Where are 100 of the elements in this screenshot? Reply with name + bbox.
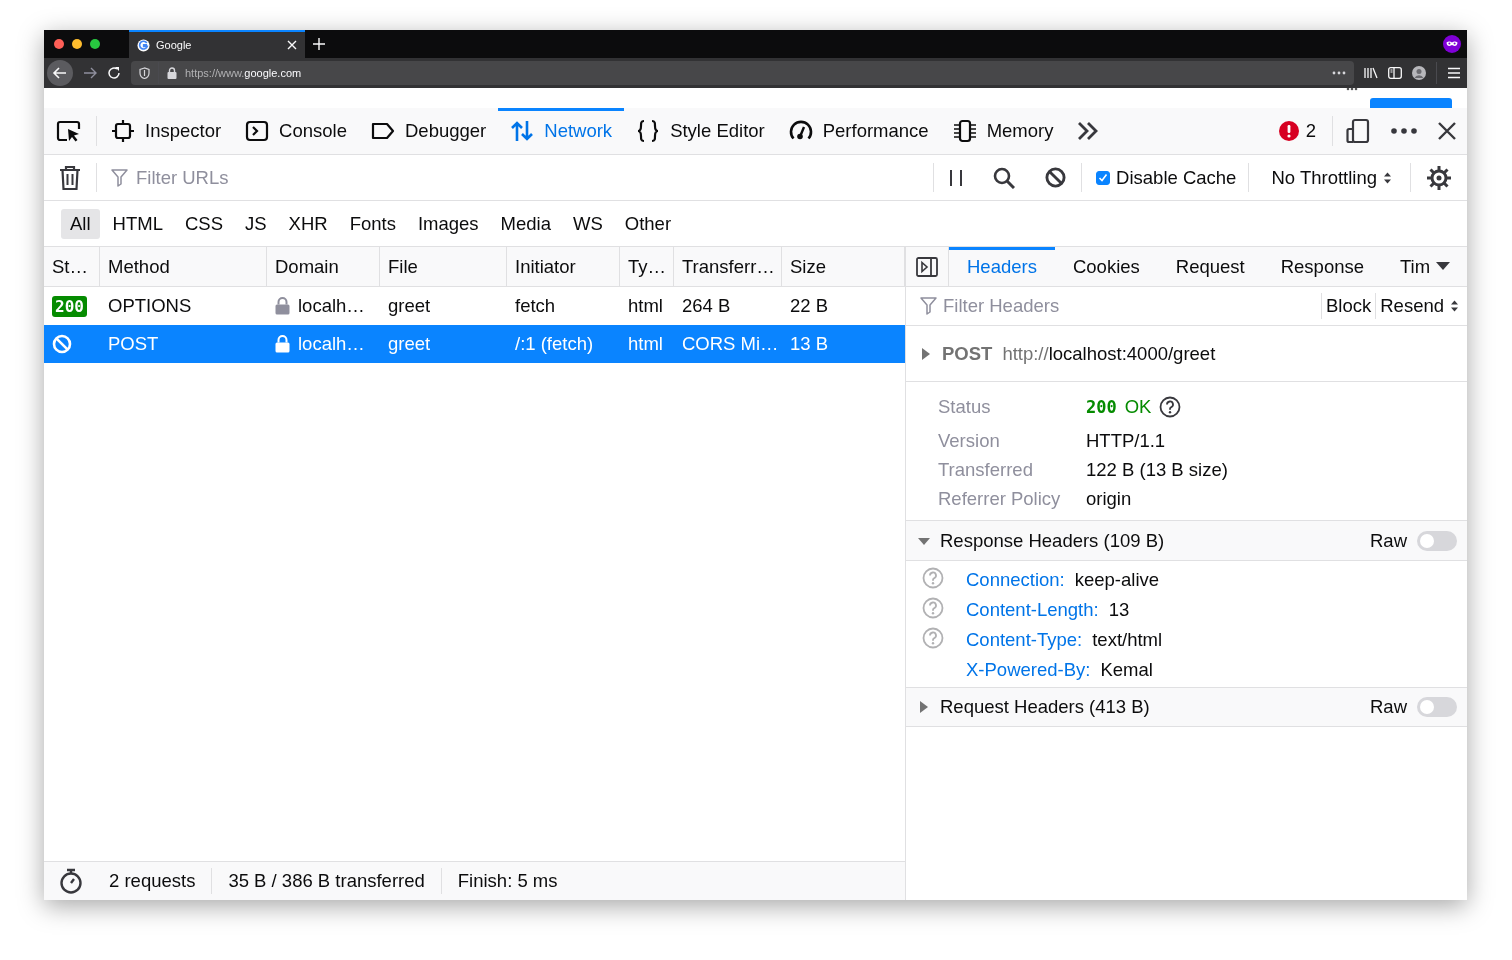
filter-field[interactable]: Filter URLs <box>136 166 934 189</box>
throttling-select[interactable]: No Throttling <box>1249 155 1410 200</box>
toolbar-button[interactable]: Resend <box>1376 287 1467 325</box>
filter-button[interactable]: CSS <box>175 208 232 239</box>
request-url: http://localhost:4000/greet <box>1002 342 1216 365</box>
lock-icon <box>275 297 290 315</box>
disclosure-icon[interactable] <box>920 347 932 360</box>
column-header[interactable]: Size <box>790 255 826 278</box>
details-tab[interactable]: Request <box>1157 247 1263 286</box>
more-icon[interactable] <box>1391 128 1417 134</box>
filter-button[interactable]: XHR <box>279 208 337 239</box>
table-cell: greet <box>388 333 431 355</box>
finish-time: Finish: 5 ms <box>456 869 559 893</box>
toggle-switch[interactable] <box>1417 697 1457 717</box>
block-icon[interactable] <box>1045 167 1067 188</box>
filter-button[interactable]: All <box>61 208 100 239</box>
trash-icon[interactable] <box>59 164 81 191</box>
address-field[interactable]: https://www.google.com <box>131 61 1354 85</box>
table-cell: POST <box>108 333 159 355</box>
request-row[interactable]: POST localh… greet /:1 (fetch) html CORS Mi… 13 B <box>44 325 905 363</box>
filter-button[interactable]: Images <box>408 208 488 239</box>
double-chevron-icon[interactable] <box>1077 121 1100 141</box>
details-tab[interactable]: Tim <box>1382 247 1437 286</box>
pause-icon[interactable] <box>949 168 964 187</box>
table-cell: html <box>628 295 663 317</box>
header-value: 13 <box>1108 599 1130 621</box>
tool-tab[interactable]: Inspector <box>99 108 234 154</box>
field-label: Version <box>938 430 1001 452</box>
column-header[interactable]: Domain <box>275 255 339 278</box>
column-header[interactable]: Ty… <box>628 255 667 278</box>
avatar-icon[interactable] <box>1412 66 1426 80</box>
field-value: origin <box>1086 488 1133 510</box>
table-cell: greet <box>388 295 431 317</box>
table-cell: html <box>628 333 663 355</box>
header-name: Connection: <box>966 569 1065 591</box>
request-row[interactable]: 200 OPTIONS localh… greet fetch html 264 B 22 B <box>44 287 905 325</box>
more-icon[interactable] <box>1332 71 1346 75</box>
window-controls-icon[interactable] <box>53 38 103 50</box>
terminal-icon <box>245 119 270 143</box>
dropdown-icon[interactable] <box>1436 262 1451 271</box>
more-icon[interactable] <box>1346 87 1358 91</box>
table-cell: fetch <box>515 295 556 317</box>
plus-icon[interactable] <box>313 38 325 50</box>
toggle-label: Raw <box>1370 529 1407 552</box>
field-value: HTTP/1.1 <box>1086 430 1167 452</box>
forward-icon[interactable] <box>83 66 97 80</box>
tool-tab[interactable]: Performance <box>776 108 941 154</box>
close-icon[interactable] <box>1437 121 1457 141</box>
mask-icon <box>1443 35 1461 53</box>
column-header[interactable]: Method <box>108 255 170 278</box>
funnel-icon <box>111 168 128 187</box>
toggle-label: Raw <box>1370 696 1407 718</box>
tool-tab[interactable]: Style Editor <box>624 108 777 154</box>
search-icon[interactable] <box>993 166 1016 189</box>
field-value: 122 B (13 B size) <box>1086 459 1229 481</box>
browser-tab[interactable]: Google <box>129 30 305 58</box>
checkbox-label: Disable Cache <box>1116 166 1237 189</box>
filter-button[interactable]: HTML <box>103 208 172 239</box>
header-name: Content-Length: <box>966 599 1099 621</box>
filter-field[interactable]: Filter Headers <box>943 295 1321 317</box>
library-icon[interactable] <box>1364 67 1378 79</box>
column-header[interactable]: Initiator <box>515 255 576 278</box>
sidebar-toggle-icon[interactable] <box>916 256 938 277</box>
details-tab[interactable]: Cookies <box>1054 247 1158 286</box>
status-text: OK <box>1124 396 1152 418</box>
table-cell: localh… <box>298 333 365 355</box>
tool-tab[interactable]: Memory <box>940 108 1066 154</box>
toolbar-button[interactable]: Block <box>1322 287 1376 325</box>
section-title: Request Headers (413 B) <box>940 696 1151 718</box>
column-header[interactable]: File <box>388 255 418 278</box>
element-picker-icon[interactable] <box>56 119 82 143</box>
menu-icon[interactable] <box>1447 67 1461 79</box>
tool-tab[interactable]: Debugger <box>359 108 499 154</box>
shield-icon[interactable] <box>139 67 150 79</box>
details-tab[interactable]: Headers <box>949 247 1055 286</box>
reload-icon[interactable] <box>107 66 121 80</box>
sidebar-icon[interactable] <box>1388 67 1402 79</box>
url-text: https://www.google.com <box>185 67 302 79</box>
filter-button[interactable]: JS <box>236 208 276 239</box>
filter-button[interactable]: Other <box>615 208 681 239</box>
check-icon <box>1098 172 1109 183</box>
header-name: Content-Type: <box>966 629 1083 651</box>
responsive-mode-icon[interactable] <box>1345 118 1371 144</box>
transfer-summary: 35 B / 386 B transferred <box>227 869 426 893</box>
checkbox[interactable] <box>1096 170 1111 185</box>
details-tab[interactable]: Response <box>1262 247 1382 286</box>
table-cell: 22 B <box>790 295 829 317</box>
filter-button[interactable]: Media <box>491 208 560 239</box>
column-header[interactable]: Transferr… <box>682 255 775 278</box>
filter-button[interactable]: Fonts <box>340 208 405 239</box>
g-logo-icon <box>137 38 150 52</box>
tool-tab[interactable]: Console <box>233 108 359 154</box>
gear-icon[interactable] <box>1426 164 1452 191</box>
toggle-switch[interactable] <box>1417 530 1457 551</box>
help-icon[interactable] <box>1159 396 1182 418</box>
filter-button[interactable]: WS <box>564 208 612 239</box>
back-icon[interactable] <box>47 60 73 86</box>
column-header[interactable]: St… <box>52 255 88 278</box>
disclosure-icon[interactable] <box>918 701 930 713</box>
braces-icon <box>636 119 661 143</box>
